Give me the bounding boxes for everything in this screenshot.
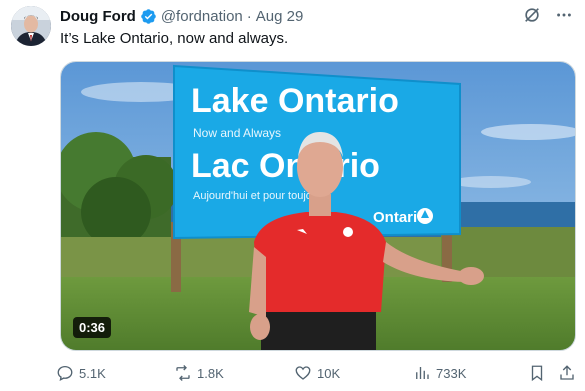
sign-line2: Now and Always bbox=[193, 126, 281, 140]
reply-icon bbox=[56, 364, 74, 382]
share-icon bbox=[558, 364, 576, 382]
tweet-card[interactable]: Doug Ford @fordnation · Aug 29 It’s Lake bbox=[0, 0, 585, 391]
author-name[interactable]: Doug Ford bbox=[60, 8, 136, 25]
header-actions bbox=[523, 6, 573, 24]
reply-count: 5.1K bbox=[79, 365, 106, 381]
repost-count: 1.8K bbox=[197, 365, 224, 381]
views-count: 733K bbox=[436, 365, 467, 381]
action-bar: 5.1K 1.8K 10K 733K bbox=[56, 364, 581, 386]
repost-button[interactable]: 1.8K bbox=[174, 364, 224, 382]
reply-button[interactable]: 5.1K bbox=[56, 364, 106, 382]
video-player[interactable]: Lake Ontario Now and Always Lac Ontario … bbox=[60, 61, 576, 351]
more-icon[interactable] bbox=[555, 6, 573, 24]
video-duration-badge: 0:36 bbox=[73, 317, 112, 338]
views-icon bbox=[413, 364, 431, 382]
sign-line3: Lac Ontario bbox=[191, 147, 380, 185]
avatar[interactable] bbox=[11, 6, 51, 46]
like-icon bbox=[294, 364, 312, 382]
repost-icon bbox=[174, 364, 192, 382]
share-button[interactable] bbox=[558, 364, 576, 382]
tweet-text: It’s Lake Ontario, now and always. bbox=[60, 30, 289, 47]
tweet-date[interactable]: Aug 29 bbox=[256, 8, 304, 25]
like-count: 10K bbox=[317, 365, 341, 381]
like-button[interactable]: 10K bbox=[294, 364, 340, 382]
tweet-header: Doug Ford @fordnation · Aug 29 bbox=[60, 6, 303, 26]
author-handle[interactable]: @fordnation bbox=[161, 8, 243, 25]
video-thumbnail: Lake Ontario Now and Always Lac Ontario … bbox=[61, 62, 575, 350]
bookmark-icon bbox=[528, 364, 546, 382]
separator-dot: · bbox=[246, 7, 252, 25]
red-shirt bbox=[254, 212, 386, 312]
views-button[interactable]: 733K bbox=[413, 364, 466, 382]
verified-badge-icon bbox=[140, 8, 157, 25]
grok-icon[interactable] bbox=[523, 6, 541, 24]
sign-line1: Lake Ontario bbox=[191, 82, 399, 120]
bookmark-button[interactable] bbox=[528, 364, 546, 382]
